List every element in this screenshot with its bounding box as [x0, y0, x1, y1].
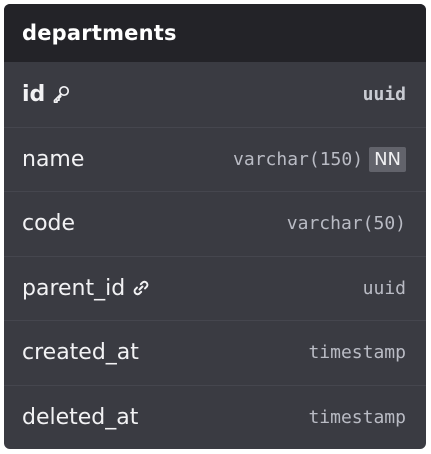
- column-type: uuid: [362, 277, 406, 299]
- column-type: timestamp: [308, 406, 406, 428]
- column-type-cell: uuid: [363, 84, 406, 105]
- column-name: deleted_at: [22, 404, 139, 430]
- column-name: id: [22, 81, 46, 107]
- column-type-cell: uuid: [363, 278, 406, 299]
- not-null-badge: NN: [369, 146, 406, 172]
- column-type-cell: varchar(150) NN: [233, 146, 406, 172]
- link-icon: [131, 278, 151, 298]
- table-title: departments: [22, 21, 177, 45]
- column-row-deleted-at[interactable]: deleted_at timestamp: [4, 384, 426, 450]
- column-name: parent_id: [22, 275, 126, 301]
- table-header[interactable]: departments: [4, 4, 426, 62]
- column-row-id[interactable]: id uuid: [4, 62, 426, 127]
- column-row-parent-id[interactable]: parent_id uuid: [4, 255, 426, 321]
- column-name-cell: code: [22, 211, 75, 236]
- column-name-cell: parent_id: [22, 276, 151, 301]
- key-icon: [51, 84, 71, 104]
- column-name: created_at: [22, 340, 139, 366]
- column-name-cell: created_at: [22, 340, 139, 365]
- column-name-cell: deleted_at: [22, 405, 138, 430]
- column-list: id uuid name varchar(150) NN code varcha…: [4, 62, 426, 449]
- column-type: varchar(150): [233, 148, 364, 170]
- column-row-name[interactable]: name varchar(150) NN: [4, 126, 426, 192]
- column-row-created-at[interactable]: created_at timestamp: [4, 320, 426, 385]
- column-type: timestamp: [308, 342, 406, 364]
- column-type: uuid: [362, 83, 406, 105]
- column-name-cell: name: [22, 147, 84, 172]
- column-type: varchar(50): [286, 213, 406, 235]
- table-card-departments[interactable]: departments id uuid name varchar(150) NN…: [4, 4, 426, 449]
- column-type-cell: varchar(50): [287, 213, 406, 234]
- column-name-cell: id: [22, 82, 71, 107]
- column-type-cell: timestamp: [308, 407, 406, 428]
- column-name: name: [22, 146, 85, 172]
- column-type-cell: timestamp: [308, 342, 406, 363]
- column-name: code: [22, 211, 76, 237]
- column-row-code[interactable]: code varchar(50): [4, 191, 426, 256]
